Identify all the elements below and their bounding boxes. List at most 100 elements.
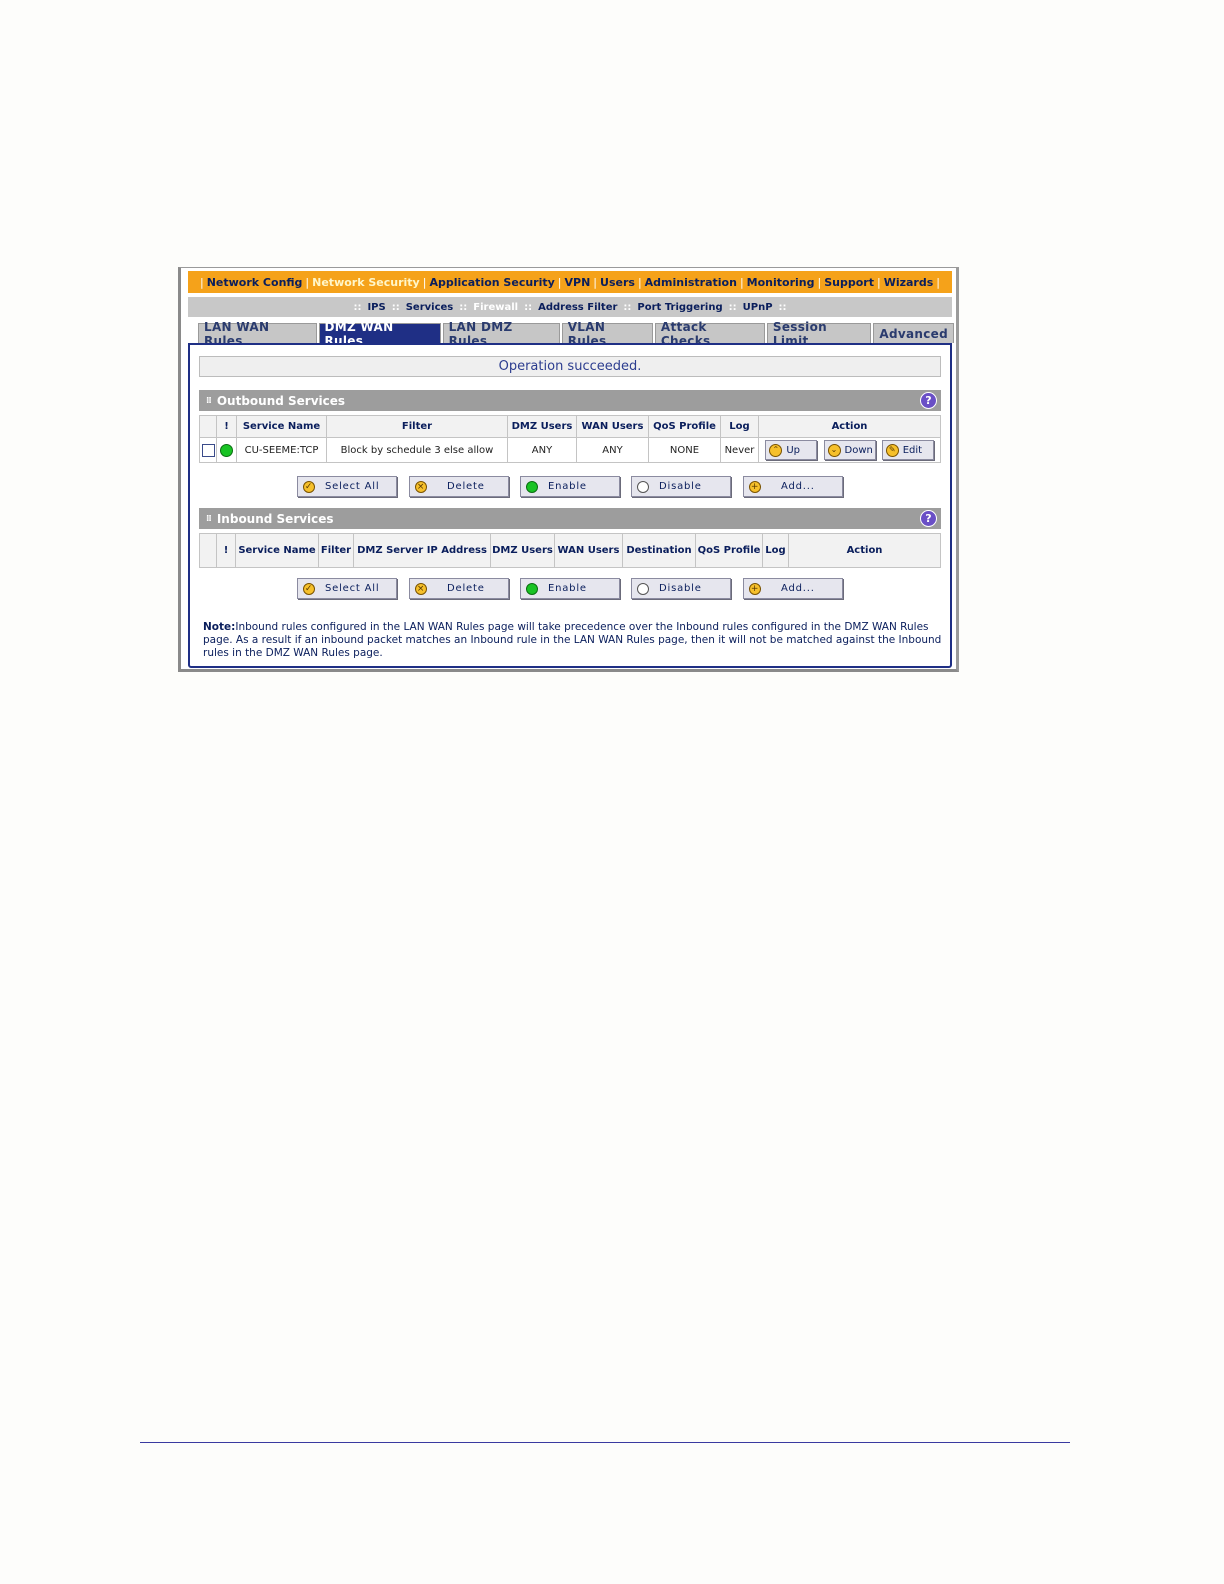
move-up-button[interactable]: ⌃ Up bbox=[765, 440, 818, 460]
add-label: Add... bbox=[781, 481, 815, 492]
action-cell: ⌃ Up ⌄ Down ✎ Edit bbox=[758, 437, 941, 463]
column-header-status: ! bbox=[216, 533, 236, 568]
main-nav-item-support[interactable]: Support bbox=[824, 276, 874, 289]
row-status-cell bbox=[216, 437, 237, 463]
green-dot-icon bbox=[526, 582, 538, 595]
table-row: CU-SEEME:TCP Block by schedule 3 else al… bbox=[199, 437, 941, 463]
column-header-dmz-users: DMZ Users bbox=[490, 533, 555, 568]
disable-label: Disable bbox=[659, 481, 702, 492]
column-header-destination: Destination bbox=[622, 533, 696, 568]
inbound-add-button[interactable]: + Add... bbox=[743, 578, 843, 599]
nav-separator: :: bbox=[353, 301, 362, 313]
outbound-delete-button[interactable]: × Delete bbox=[409, 476, 509, 497]
sub-nav-item-address-filter[interactable]: Address Filter bbox=[538, 302, 617, 313]
green-dot-icon bbox=[526, 480, 538, 493]
down-label: Down bbox=[844, 444, 873, 456]
main-nav-item-vpn[interactable]: VPN bbox=[565, 276, 591, 289]
tab-attack-checks[interactable]: Attack Checks bbox=[654, 320, 765, 348]
tab-vlan-rules[interactable]: VLAN Rules bbox=[561, 320, 653, 348]
help-icon[interactable]: ? bbox=[920, 510, 937, 527]
edit-button[interactable]: ✎ Edit bbox=[881, 440, 934, 460]
tab-lan-dmz-rules[interactable]: LAN DMZ Rules bbox=[442, 320, 560, 348]
main-nav-item-application-security[interactable]: Application Security bbox=[429, 276, 554, 289]
add-label: Add... bbox=[781, 583, 815, 594]
nav-separator: | bbox=[557, 275, 562, 289]
up-label: Up bbox=[786, 444, 800, 456]
inbound-disable-button[interactable]: Disable bbox=[631, 578, 731, 599]
nav-separator: | bbox=[876, 275, 881, 289]
outbound-disable-button[interactable]: Disable bbox=[631, 476, 731, 497]
inbound-enable-button[interactable]: Enable bbox=[520, 578, 620, 599]
outbound-add-button[interactable]: + Add... bbox=[743, 476, 843, 497]
column-header-log: Log bbox=[762, 533, 789, 568]
main-navigation: | Network Config | Network Security | Applica… bbox=[188, 271, 952, 293]
sub-nav-item-upnp[interactable]: UPnP bbox=[743, 302, 773, 313]
outbound-select-all-button[interactable]: ✓ Select All bbox=[297, 476, 397, 497]
check-icon: ✓ bbox=[303, 582, 315, 595]
delete-label: Delete bbox=[447, 583, 485, 594]
column-header-service-name: Service Name bbox=[235, 533, 319, 568]
inbound-select-all-button[interactable]: ✓ Select All bbox=[297, 578, 397, 599]
tab-session-limit[interactable]: Session Limit bbox=[766, 320, 872, 348]
nav-separator: | bbox=[817, 275, 822, 289]
main-nav-item-users[interactable]: Users bbox=[600, 276, 635, 289]
main-nav-item-network-security[interactable]: Network Security bbox=[312, 276, 420, 289]
column-header-qos-profile: QoS Profile bbox=[695, 533, 763, 568]
inbound-button-row: ✓ Select All × Delete Enable Disable + Add.… bbox=[190, 578, 950, 600]
tab-lan-wan-rules[interactable]: LAN WAN Rules bbox=[198, 320, 317, 348]
grip-icon: ⁞⁞ bbox=[206, 513, 212, 524]
help-icon[interactable]: ? bbox=[920, 392, 937, 409]
empty-circle-icon bbox=[637, 480, 649, 493]
status-message: Operation succeeded. bbox=[199, 356, 941, 377]
column-header-status: ! bbox=[216, 415, 237, 438]
main-nav-item-administration[interactable]: Administration bbox=[645, 276, 737, 289]
column-header-filter: Filter bbox=[326, 415, 508, 438]
nav-separator: | bbox=[936, 275, 940, 289]
main-nav-item-monitoring[interactable]: Monitoring bbox=[747, 276, 815, 289]
nav-separator: | bbox=[422, 275, 427, 289]
sub-nav-item-firewall[interactable]: Firewall bbox=[473, 302, 518, 313]
outbound-enable-button[interactable]: Enable bbox=[520, 476, 620, 497]
move-down-button[interactable]: ⌄ Down bbox=[823, 440, 876, 460]
nav-separator: :: bbox=[623, 301, 632, 313]
sub-nav-item-ips[interactable]: IPS bbox=[367, 302, 385, 313]
tab-dmz-wan-rules[interactable]: DMZ WAN Rules bbox=[318, 320, 441, 348]
column-header-action: Action bbox=[758, 415, 941, 438]
empty-circle-icon bbox=[637, 582, 649, 595]
main-nav-item-network-config[interactable]: Network Config bbox=[207, 276, 303, 289]
edit-label: Edit bbox=[902, 444, 923, 456]
outbound-services-header: ⁞⁞ Outbound Services ? bbox=[199, 390, 941, 411]
sub-nav-item-services[interactable]: Services bbox=[406, 302, 454, 313]
main-nav-item-wizards[interactable]: Wizards bbox=[884, 276, 934, 289]
note-label: Note: bbox=[203, 621, 236, 633]
sub-nav-item-port-triggering[interactable]: Port Triggering bbox=[637, 302, 722, 313]
column-header-wan-users: WAN Users bbox=[576, 415, 649, 438]
column-header-dmz-users: DMZ Users bbox=[507, 415, 577, 438]
column-header-log: Log bbox=[720, 415, 759, 438]
inbound-delete-button[interactable]: × Delete bbox=[409, 578, 509, 599]
nav-separator: | bbox=[200, 275, 204, 289]
router-ui-window: | Network Config | Network Security | Applica… bbox=[178, 267, 959, 672]
nav-separator: | bbox=[637, 275, 642, 289]
column-header-wan-users: WAN Users bbox=[554, 533, 623, 568]
column-header-qos-profile: QoS Profile bbox=[648, 415, 721, 438]
content-panel: Operation succeeded. ⁞⁞ Outbound Service… bbox=[188, 343, 952, 668]
select-all-label: Select All bbox=[325, 583, 380, 594]
enable-label: Enable bbox=[548, 583, 587, 594]
footer-divider bbox=[140, 1442, 1070, 1443]
outbound-button-row: ✓ Select All × Delete Enable Disable + Add.… bbox=[190, 476, 950, 498]
pencil-icon: ✎ bbox=[885, 443, 899, 457]
nav-separator: | bbox=[593, 275, 598, 289]
nav-separator: | bbox=[305, 275, 310, 289]
select-column-header bbox=[199, 533, 217, 568]
row-checkbox[interactable] bbox=[201, 443, 215, 457]
delete-icon: × bbox=[415, 582, 427, 595]
column-header-filter: Filter bbox=[318, 533, 354, 568]
column-header-dmz-server-ip: DMZ Server IP Address bbox=[353, 533, 491, 568]
tab-advanced[interactable]: Advanced bbox=[873, 323, 954, 343]
inbound-services-header: ⁞⁞ Inbound Services ? bbox=[199, 508, 941, 529]
select-all-label: Select All bbox=[325, 481, 380, 492]
inbound-services-title: Inbound Services bbox=[216, 511, 334, 526]
sub-navigation: :: IPS:: Services:: Firewall:: Address Filte… bbox=[188, 297, 952, 317]
nav-separator: :: bbox=[391, 301, 400, 313]
